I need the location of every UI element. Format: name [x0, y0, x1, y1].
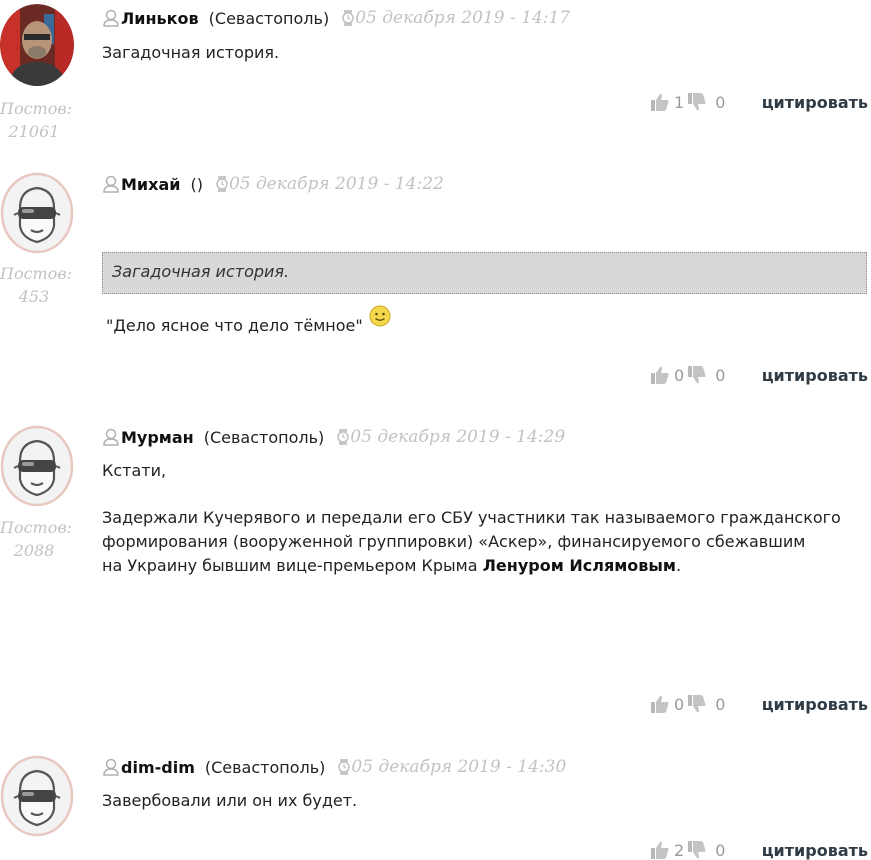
comment-actions: 2 0 цитировать — [650, 840, 868, 860]
author-city: () — [190, 174, 203, 194]
thumb-down-icon[interactable] — [687, 92, 707, 112]
thumb-down-icon[interactable] — [687, 694, 707, 714]
user-icon — [102, 758, 120, 776]
comment-text: Загадочная история. — [102, 43, 280, 62]
thumb-down-icon[interactable] — [687, 365, 707, 385]
comment-date: 05 декабря 2019 - 14:22 — [228, 174, 444, 194]
comment-text: Кстати, Задержали Кучерявого и передали … — [102, 459, 862, 578]
text-span: . — [675, 556, 682, 575]
comment-actions: 0 0 цитировать — [650, 365, 868, 385]
posts-count: 2088 — [13, 541, 55, 560]
bold-name: Ленуром Ислямовым — [482, 556, 676, 575]
author-name[interactable]: dim-dim — [121, 758, 195, 777]
comment-header: Линьков (Севастополь) 05 декабря 2019 - … — [102, 8, 570, 28]
photo-avatar — [0, 4, 74, 86]
thumb-up-icon[interactable] — [650, 92, 670, 112]
user-icon — [102, 175, 120, 193]
posts-label: Постов: — [0, 518, 73, 537]
comment-text: Завербовали или он их будет. — [102, 791, 358, 810]
cite-link[interactable]: цитировать — [762, 93, 868, 112]
like-count: 0 — [674, 694, 685, 714]
comment-header: Мурман (Севастополь) 05 декабря 2019 - 1… — [102, 427, 565, 447]
clock-icon — [337, 758, 351, 776]
clock-icon — [336, 428, 350, 446]
like-count: 1 — [674, 92, 685, 112]
thumb-up-icon[interactable] — [650, 694, 670, 714]
author-name[interactable]: Михай — [121, 175, 180, 194]
comment-text: "Дело ясное что дело тёмное" — [106, 316, 363, 335]
posts-count: 21061 — [8, 122, 60, 141]
author-name[interactable]: Линьков — [121, 9, 199, 28]
avatar[interactable] — [0, 755, 74, 837]
comment-date: 05 декабря 2019 - 14:17 — [355, 8, 571, 28]
comment-date: 05 декабря 2019 - 14:30 — [351, 757, 567, 777]
dislike-count: 0 — [715, 92, 726, 112]
avatar[interactable] — [0, 172, 74, 254]
goggles-avatar-icon — [0, 425, 74, 507]
text-line: Кстати, — [102, 461, 167, 480]
dislike-count: 0 — [715, 694, 726, 714]
dislike-count: 0 — [715, 840, 726, 860]
comment-header: dim-dim (Севастополь) 05 декабря 2019 - … — [102, 757, 566, 777]
cite-link[interactable]: цитировать — [762, 841, 868, 860]
smiley-icon — [369, 305, 391, 327]
goggles-avatar-icon — [0, 172, 74, 254]
author-name[interactable]: Мурман — [121, 428, 194, 447]
comment-actions: 0 0 цитировать — [650, 694, 868, 714]
comment-actions: 1 0 цитировать — [650, 92, 868, 112]
comment-header: Михай () 05 декабря 2019 - 14:22 — [102, 174, 444, 194]
author-city: (Севастополь) — [203, 427, 325, 447]
author-city: (Севастополь) — [208, 8, 330, 28]
text-line: Задержали Кучерявого и передали его СБУ … — [102, 508, 841, 527]
thumb-up-icon[interactable] — [650, 840, 670, 860]
user-icon — [102, 9, 120, 27]
text-span: на Украину бывшим вице-премьером Крыма — [102, 556, 483, 575]
like-count: 2 — [674, 840, 685, 860]
thumb-up-icon[interactable] — [650, 365, 670, 385]
cite-link[interactable]: цитировать — [762, 695, 868, 714]
text-line: на Украину бывшим вице-премьером Крыма Л… — [102, 554, 862, 578]
author-city: (Севастополь) — [204, 757, 326, 777]
posts-label: Постов: — [0, 264, 73, 283]
thumb-down-icon[interactable] — [687, 840, 707, 860]
quote-box: Загадочная история. — [102, 252, 867, 294]
posts-count: 453 — [18, 287, 50, 306]
avatar[interactable] — [0, 425, 74, 507]
comment-date: 05 декабря 2019 - 14:29 — [350, 427, 566, 447]
cite-link[interactable]: цитировать — [762, 366, 868, 385]
clock-icon — [341, 9, 355, 27]
like-count: 0 — [674, 365, 685, 385]
text-line: формирования (вооруженной группировки) «… — [102, 532, 806, 551]
avatar[interactable] — [0, 4, 74, 86]
clock-icon — [215, 175, 229, 193]
posts-label: Постов: — [0, 99, 73, 118]
goggles-avatar-icon — [0, 755, 74, 837]
user-icon — [102, 428, 120, 446]
dislike-count: 0 — [715, 365, 726, 385]
